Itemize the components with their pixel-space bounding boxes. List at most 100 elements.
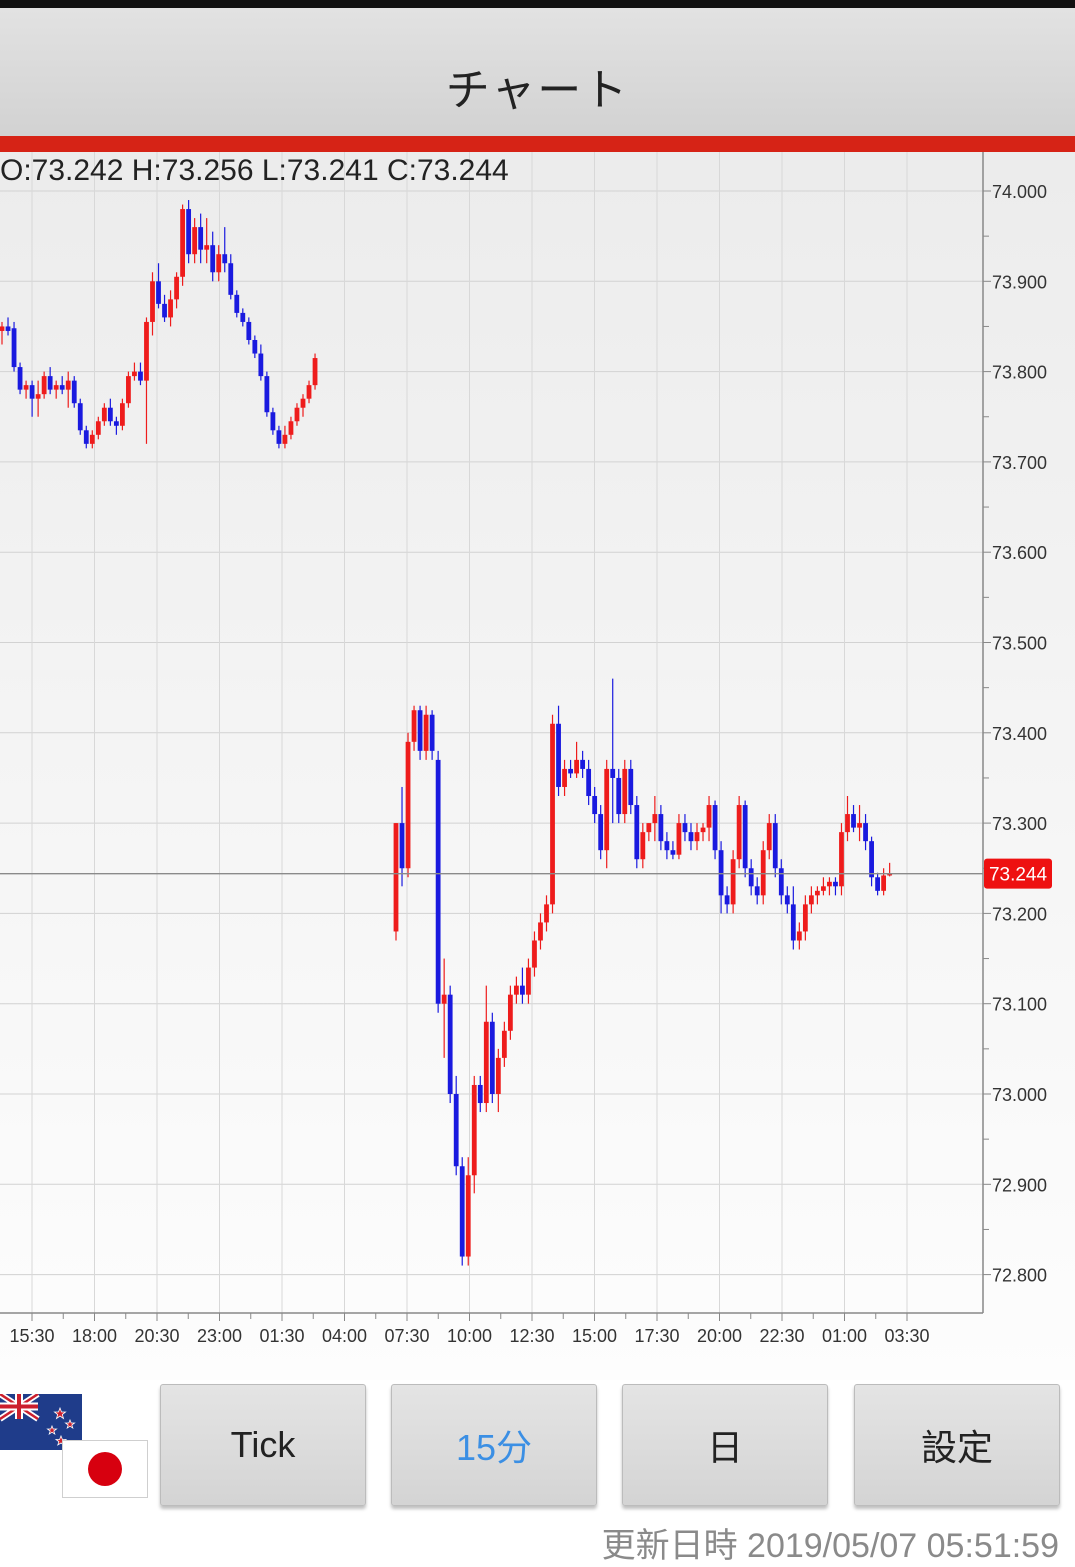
x-tick-label: 18:00 bbox=[72, 1326, 117, 1346]
candle-body bbox=[646, 823, 652, 833]
chart-canvas[interactable]: 74.000 73.900 73.800 73.700 73.600 73.500 73.4… bbox=[0, 152, 1075, 1380]
candle-body bbox=[101, 407, 107, 422]
candle-body bbox=[83, 430, 89, 444]
header-accent-bar bbox=[0, 136, 1075, 152]
y-tick-label: 72.800 bbox=[992, 1266, 1047, 1286]
tick-button[interactable]: Tick bbox=[160, 1384, 366, 1506]
ohlc-readout: O:73.242 H:73.256 L:73.241 C:73.244 bbox=[0, 154, 509, 187]
y-tick-label: 73.000 bbox=[992, 1085, 1047, 1105]
candle-body bbox=[59, 385, 65, 390]
candle-body bbox=[851, 814, 856, 828]
candle-body bbox=[270, 412, 276, 431]
candle-body bbox=[113, 421, 119, 426]
candle-body bbox=[495, 1057, 501, 1094]
x-tick-label: 07:30 bbox=[384, 1326, 429, 1346]
candle-body bbox=[808, 895, 814, 905]
candle-body bbox=[17, 367, 23, 390]
x-tick-label: 15:30 bbox=[9, 1326, 54, 1346]
candle-body bbox=[162, 303, 167, 318]
candle-body bbox=[604, 768, 610, 851]
candle-body bbox=[0, 326, 5, 331]
candle-body bbox=[778, 868, 784, 896]
candle-body bbox=[246, 321, 252, 340]
candle-body bbox=[869, 841, 874, 878]
candle-body bbox=[827, 881, 832, 887]
x-tick-label: 15:00 bbox=[572, 1326, 617, 1346]
candle-body bbox=[544, 904, 549, 923]
candle-body bbox=[447, 994, 453, 1094]
candle-body bbox=[210, 245, 216, 273]
candle-body bbox=[483, 1021, 489, 1104]
candle-body bbox=[664, 841, 670, 851]
candle-body bbox=[592, 796, 598, 815]
candle-body bbox=[730, 859, 736, 905]
candle-body bbox=[156, 281, 161, 304]
candle-body bbox=[204, 245, 210, 250]
candle-body bbox=[423, 714, 429, 751]
candle-body bbox=[700, 827, 706, 833]
candle-body bbox=[471, 1084, 477, 1176]
candle-body bbox=[53, 385, 59, 390]
jpy-flag-icon bbox=[62, 1440, 148, 1498]
candle-body bbox=[670, 850, 676, 855]
candle-body bbox=[839, 832, 844, 887]
candle-body bbox=[520, 985, 525, 995]
candle-body bbox=[845, 814, 850, 833]
candle-body bbox=[417, 710, 423, 751]
candle-body bbox=[857, 823, 862, 828]
candle-body bbox=[459, 1166, 465, 1257]
candle-body bbox=[276, 430, 282, 444]
candle-body bbox=[393, 823, 399, 932]
candle-body bbox=[538, 922, 543, 941]
candle-body bbox=[550, 723, 555, 905]
candle-body bbox=[790, 904, 796, 941]
candle-body bbox=[556, 723, 561, 787]
y-tick-label: 73.900 bbox=[992, 272, 1047, 292]
daily-button[interactable]: 日 bbox=[622, 1384, 828, 1506]
candle-body bbox=[264, 376, 270, 413]
candle-body bbox=[766, 823, 772, 851]
candle-body bbox=[282, 434, 288, 444]
candle-body bbox=[489, 1021, 495, 1094]
candle-body bbox=[507, 994, 513, 1031]
candle-body bbox=[29, 385, 35, 399]
candle-body bbox=[35, 394, 41, 399]
15min-button[interactable]: 15分 bbox=[391, 1384, 597, 1506]
candle-body bbox=[628, 768, 634, 806]
candle-body bbox=[610, 768, 616, 778]
current-price-label: 73.244 bbox=[989, 865, 1048, 886]
candle-body bbox=[222, 254, 228, 264]
candle-body bbox=[568, 768, 573, 774]
settings-button[interactable]: 設定 bbox=[854, 1384, 1060, 1506]
candle-body bbox=[258, 353, 264, 377]
candle-body bbox=[186, 209, 192, 255]
candle-body bbox=[772, 823, 778, 869]
candle-body bbox=[228, 263, 234, 295]
candle-body bbox=[652, 814, 658, 824]
candle-body bbox=[405, 741, 411, 869]
candle-body bbox=[240, 312, 246, 322]
x-tick-label: 23:00 bbox=[197, 1326, 242, 1346]
candle-body bbox=[796, 931, 802, 941]
candle-body bbox=[586, 768, 592, 797]
y-tick-label: 73.700 bbox=[992, 453, 1047, 473]
candle-body bbox=[784, 895, 790, 905]
candle-body bbox=[234, 294, 240, 313]
candle-body bbox=[718, 850, 724, 896]
candle-body bbox=[514, 985, 519, 995]
candle-body bbox=[411, 710, 417, 742]
candlestick-chart[interactable]: 74.000 73.900 73.800 73.700 73.600 73.500 73.4… bbox=[0, 152, 1075, 1380]
candle-body bbox=[174, 276, 179, 300]
candle-body bbox=[180, 209, 185, 277]
candle-body bbox=[760, 850, 766, 896]
candle-body bbox=[863, 823, 868, 842]
candle-body bbox=[622, 768, 628, 815]
candle-body bbox=[688, 832, 694, 842]
app-header: チャート bbox=[0, 8, 1075, 136]
x-tick-label: 20:00 bbox=[697, 1326, 742, 1346]
candle-body bbox=[754, 886, 760, 896]
candle-body bbox=[312, 358, 318, 386]
candle-body bbox=[120, 403, 125, 426]
y-tick-label: 73.300 bbox=[992, 814, 1047, 834]
candle-body bbox=[833, 881, 838, 887]
